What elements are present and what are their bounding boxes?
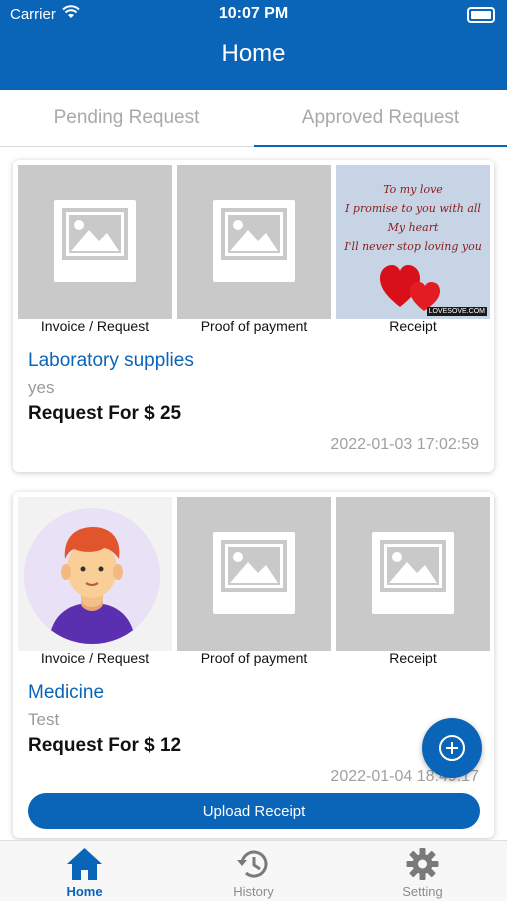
- receipt-image-placeholder[interactable]: [336, 497, 490, 651]
- image-placeholder-icon: [221, 208, 287, 260]
- receipt-image[interactable]: To my love I promise to you with all My …: [336, 165, 490, 319]
- request-amount: Request For $ 25: [28, 403, 182, 424]
- proof-of-payment-image-placeholder[interactable]: [177, 497, 331, 651]
- receipt-image-text: To my love: [383, 183, 443, 196]
- invoice-label: Invoice / Request: [40, 318, 150, 334]
- invoice-label: Invoice / Request: [40, 650, 150, 666]
- invoice-image[interactable]: [18, 497, 172, 651]
- nav-history[interactable]: History: [169, 841, 338, 901]
- status-bar: Carrier 10:07 PM: [0, 5, 507, 25]
- active-tab-indicator: [254, 145, 507, 147]
- tab-pending-request[interactable]: Pending Request: [0, 90, 253, 146]
- app-header: Carrier 10:07 PM Home: [0, 0, 507, 90]
- invoice-image-placeholder[interactable]: [18, 165, 172, 319]
- receipt-image-text: My heart: [387, 221, 439, 234]
- avatar-illustration: [24, 508, 160, 644]
- request-note: yes: [28, 378, 55, 397]
- proof-of-payment-label: Proof of payment: [200, 318, 308, 334]
- request-amount: Request For $ 12: [28, 735, 182, 756]
- nav-home[interactable]: Home: [0, 841, 169, 901]
- thumbnail-labels: Invoice / Request Proof of payment Recei…: [18, 650, 490, 670]
- attachment-thumbnails: To my love I promise to you with all My …: [18, 165, 490, 325]
- request-card[interactable]: To my love I promise to you with all My …: [13, 160, 494, 472]
- add-request-button[interactable]: [422, 718, 482, 778]
- home-icon: [67, 848, 102, 880]
- receipt-image-text: I'll never stop loving you: [344, 240, 482, 253]
- status-time: 10:07 PM: [218, 5, 289, 22]
- receipt-image-text: I promise to you with all: [345, 202, 481, 215]
- plus-circle-icon: [439, 735, 465, 761]
- request-date: 2022-01-03 17:02:59: [330, 436, 479, 453]
- bottom-navigation: Home History Setting: [0, 840, 507, 901]
- request-card[interactable]: Invoice / Request Proof of payment Recei…: [13, 492, 494, 838]
- request-title: Medicine: [28, 682, 105, 703]
- receipt-image-brand: LOVESOVE.COM: [426, 307, 487, 316]
- request-note: Test: [28, 710, 60, 729]
- battery-icon: [467, 7, 495, 23]
- tab-approved-request[interactable]: Approved Request: [254, 90, 507, 146]
- request-tabs: Pending Request Approved Request: [0, 90, 507, 147]
- proof-of-payment-label: Proof of payment: [200, 650, 308, 666]
- nav-home-label: Home: [66, 884, 103, 899]
- receipt-label: Receipt: [389, 650, 437, 666]
- proof-of-payment-image-placeholder[interactable]: [177, 165, 331, 319]
- image-placeholder-icon: [221, 540, 287, 592]
- upload-receipt-button[interactable]: Upload Receipt: [28, 793, 480, 829]
- nav-history-label: History: [233, 884, 274, 899]
- gear-icon: [406, 848, 439, 880]
- image-placeholder-icon: [380, 540, 446, 592]
- image-placeholder-icon: [62, 208, 128, 260]
- page-title: Home: [221, 40, 286, 67]
- nav-setting-label: Setting: [402, 884, 443, 899]
- receipt-label: Receipt: [389, 318, 437, 334]
- thumbnail-labels: Invoice / Request Proof of payment Recei…: [18, 318, 490, 338]
- attachment-thumbnails: [18, 497, 490, 657]
- hearts-icon: [380, 265, 440, 311]
- history-icon: [237, 850, 268, 878]
- nav-setting[interactable]: Setting: [338, 841, 507, 901]
- request-title: Laboratory supplies: [28, 350, 194, 371]
